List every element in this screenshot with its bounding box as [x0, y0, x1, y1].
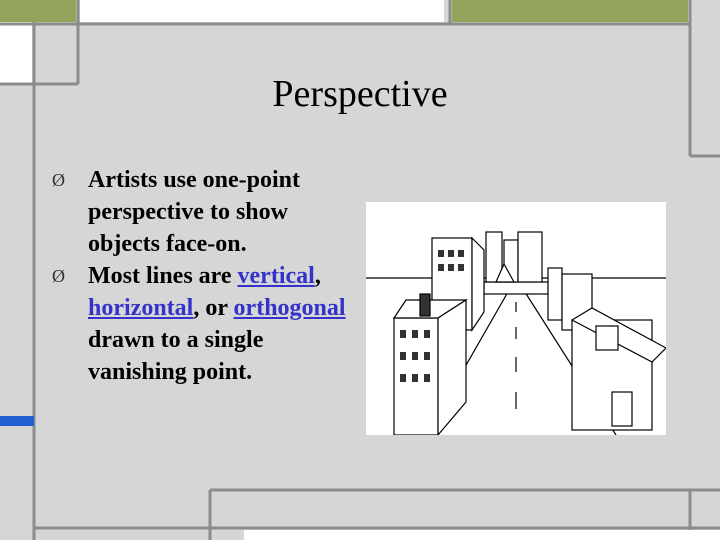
link-orthogonal[interactable]: orthogonal — [234, 295, 346, 321]
bullet-text-suffix: drawn to a single vanishing point. — [88, 327, 264, 385]
link-horizontal[interactable]: horizontal — [88, 295, 193, 321]
green-block-right — [452, 0, 688, 22]
blue-accent — [0, 416, 34, 426]
right-panel — [692, 158, 720, 488]
top-white-block — [80, 0, 444, 22]
bullet-text-prefix: Most lines are — [88, 263, 238, 289]
bullet-list: Ø Artists use one-point perspective to s… — [52, 164, 352, 388]
bullet-item: Ø Most lines are vertical, horizontal, o… — [52, 260, 352, 388]
link-vertical[interactable]: vertical — [238, 263, 315, 289]
green-block — [0, 0, 76, 22]
bottom-white-strip — [244, 530, 720, 540]
arrow-bullet-icon: Ø — [52, 170, 65, 190]
one-point-perspective-street-drawing-icon — [366, 231, 666, 435]
bullet-item: Ø Artists use one-point perspective to s… — [52, 164, 352, 260]
bullet-text: Artists use one-point perspective to sho… — [88, 167, 301, 257]
slide-title: Perspective — [272, 73, 448, 115]
arrow-bullet-icon: Ø — [52, 266, 65, 286]
bullet-separator: , — [314, 263, 321, 289]
bullet-separator: , or — [193, 295, 234, 321]
perspective-illustration — [366, 202, 666, 435]
